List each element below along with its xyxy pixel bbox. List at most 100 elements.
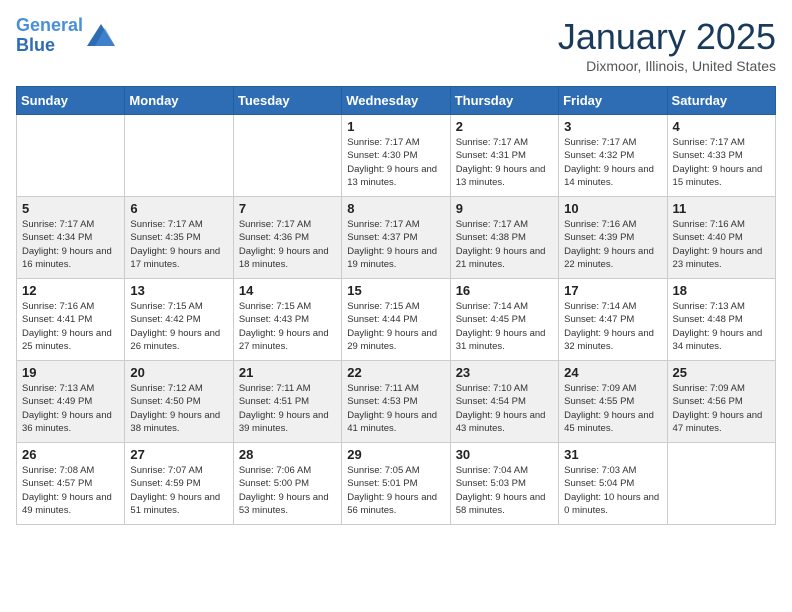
calendar-day-20: 20 Sunrise: 7:12 AM Sunset: 4:50 PM Dayli… [125,361,233,443]
day-detail: Sunrise: 7:05 AM Sunset: 5:01 PM Dayligh… [347,464,444,517]
day-detail: Sunrise: 7:15 AM Sunset: 4:44 PM Dayligh… [347,300,444,353]
day-number: 26 [22,447,119,462]
calendar-day-27: 27 Sunrise: 7:07 AM Sunset: 4:59 PM Dayli… [125,443,233,525]
calendar-week-row: 12 Sunrise: 7:16 AM Sunset: 4:41 PM Dayli… [17,279,776,361]
month-title: January 2025 [558,16,776,58]
calendar-empty-cell [667,443,775,525]
day-number: 22 [347,365,444,380]
day-number: 29 [347,447,444,462]
calendar-day-3: 3 Sunrise: 7:17 AM Sunset: 4:32 PM Daylig… [559,115,667,197]
weekday-header-row: SundayMondayTuesdayWednesdayThursdayFrid… [17,87,776,115]
weekday-header-monday: Monday [125,87,233,115]
day-number: 10 [564,201,661,216]
calendar-table: SundayMondayTuesdayWednesdayThursdayFrid… [16,86,776,525]
day-number: 7 [239,201,336,216]
weekday-header-wednesday: Wednesday [342,87,450,115]
calendar-day-19: 19Sunrise: 7:13 AM Sunset: 4:49 PM Dayli… [17,361,125,443]
calendar-week-row: 26 Sunrise: 7:08 AM Sunset: 4:57 PM Dayli… [17,443,776,525]
day-number: 18 [673,283,770,298]
day-detail: Sunrise: 7:12 AM Sunset: 4:50 PM Dayligh… [130,382,227,435]
day-detail: Sunrise: 7:17 AM Sunset: 4:32 PM Dayligh… [564,136,661,189]
weekday-header-saturday: Saturday [667,87,775,115]
day-number: 20 [130,365,227,380]
day-number: 23 [456,365,553,380]
calendar-day-28: 28Sunrise: 7:06 AM Sunset: 5:00 PM Dayli… [233,443,341,525]
day-detail: Sunrise: 7:13 AM Sunset: 4:49 PM Dayligh… [22,382,119,435]
day-number: 24 [564,365,661,380]
day-detail: Sunrise: 7:16 AM Sunset: 4:41 PM Dayligh… [22,300,119,353]
day-number: 15 [347,283,444,298]
weekday-header-tuesday: Tuesday [233,87,341,115]
day-detail: Sunrise: 7:15 AM Sunset: 4:43 PM Dayligh… [239,300,336,353]
day-number: 3 [564,119,661,134]
day-detail: Sunrise: 7:11 AM Sunset: 4:51 PM Dayligh… [239,382,336,435]
title-block: January 2025 Dixmoor, Illinois, United S… [558,16,776,74]
calendar-day-12: 12 Sunrise: 7:16 AM Sunset: 4:41 PM Dayli… [17,279,125,361]
day-number: 14 [239,283,336,298]
day-detail: Sunrise: 7:16 AM Sunset: 4:39 PM Dayligh… [564,218,661,271]
day-number: 27 [130,447,227,462]
day-number: 6 [130,201,227,216]
day-number: 28 [239,447,336,462]
day-number: 12 [22,283,119,298]
day-number: 11 [673,201,770,216]
day-detail: Sunrise: 7:17 AM Sunset: 4:31 PM Dayligh… [456,136,553,189]
day-number: 21 [239,365,336,380]
day-number: 9 [456,201,553,216]
logo: GeneralBlue [16,16,117,56]
day-detail: Sunrise: 7:09 AM Sunset: 4:55 PM Dayligh… [564,382,661,435]
day-detail: Sunrise: 7:09 AM Sunset: 4:56 PM Dayligh… [673,382,770,435]
location-subtitle: Dixmoor, Illinois, United States [558,58,776,74]
day-detail: Sunrise: 7:10 AM Sunset: 4:54 PM Dayligh… [456,382,553,435]
day-detail: Sunrise: 7:17 AM Sunset: 4:34 PM Dayligh… [22,218,119,271]
calendar-day-30: 30Sunrise: 7:04 AM Sunset: 5:03 PM Dayli… [450,443,558,525]
day-detail: Sunrise: 7:17 AM Sunset: 4:38 PM Dayligh… [456,218,553,271]
weekday-header-thursday: Thursday [450,87,558,115]
day-detail: Sunrise: 7:15 AM Sunset: 4:42 PM Dayligh… [130,300,227,353]
logo-icon [85,22,117,50]
calendar-day-21: 21 Sunrise: 7:11 AM Sunset: 4:51 PM Dayli… [233,361,341,443]
weekday-header-friday: Friday [559,87,667,115]
calendar-week-row: 5 Sunrise: 7:17 AM Sunset: 4:34 PM Daylig… [17,197,776,279]
calendar-day-9: 9 Sunrise: 7:17 AM Sunset: 4:38 PM Daylig… [450,197,558,279]
day-detail: Sunrise: 7:07 AM Sunset: 4:59 PM Dayligh… [130,464,227,517]
day-number: 25 [673,365,770,380]
calendar-day-31: 31 Sunrise: 7:03 AM Sunset: 5:04 PM Dayli… [559,443,667,525]
calendar-empty-cell [17,115,125,197]
day-detail: Sunrise: 7:03 AM Sunset: 5:04 PM Dayligh… [564,464,661,517]
day-number: 1 [347,119,444,134]
calendar-body: 1 Sunrise: 7:17 AM Sunset: 4:30 PM Daylig… [17,115,776,525]
day-detail: Sunrise: 7:14 AM Sunset: 4:45 PM Dayligh… [456,300,553,353]
logo-text: GeneralBlue [16,16,83,56]
day-number: 17 [564,283,661,298]
calendar-week-row: 1 Sunrise: 7:17 AM Sunset: 4:30 PM Daylig… [17,115,776,197]
day-number: 13 [130,283,227,298]
day-detail: Sunrise: 7:17 AM Sunset: 4:36 PM Dayligh… [239,218,336,271]
day-detail: Sunrise: 7:17 AM Sunset: 4:33 PM Dayligh… [673,136,770,189]
calendar-day-18: 18 Sunrise: 7:13 AM Sunset: 4:48 PM Dayli… [667,279,775,361]
calendar-day-5: 5 Sunrise: 7:17 AM Sunset: 4:34 PM Daylig… [17,197,125,279]
day-number: 31 [564,447,661,462]
day-detail: Sunrise: 7:08 AM Sunset: 4:57 PM Dayligh… [22,464,119,517]
calendar-empty-cell [233,115,341,197]
calendar-day-17: 17Sunrise: 7:14 AM Sunset: 4:47 PM Dayli… [559,279,667,361]
calendar-day-2: 2Sunrise: 7:17 AM Sunset: 4:31 PM Daylig… [450,115,558,197]
calendar-day-26: 26 Sunrise: 7:08 AM Sunset: 4:57 PM Dayli… [17,443,125,525]
calendar-day-16: 16 Sunrise: 7:14 AM Sunset: 4:45 PM Dayli… [450,279,558,361]
day-number: 30 [456,447,553,462]
day-detail: Sunrise: 7:11 AM Sunset: 4:53 PM Dayligh… [347,382,444,435]
page-header: GeneralBlue January 2025 Dixmoor, Illino… [16,16,776,74]
calendar-day-22: 22 Sunrise: 7:11 AM Sunset: 4:53 PM Dayli… [342,361,450,443]
day-detail: Sunrise: 7:13 AM Sunset: 4:48 PM Dayligh… [673,300,770,353]
day-number: 4 [673,119,770,134]
day-detail: Sunrise: 7:17 AM Sunset: 4:37 PM Dayligh… [347,218,444,271]
day-detail: Sunrise: 7:16 AM Sunset: 4:40 PM Dayligh… [673,218,770,271]
day-number: 5 [22,201,119,216]
calendar-day-23: 23 Sunrise: 7:10 AM Sunset: 4:54 PM Dayli… [450,361,558,443]
calendar-day-29: 29 Sunrise: 7:05 AM Sunset: 5:01 PM Dayli… [342,443,450,525]
calendar-day-4: 4 Sunrise: 7:17 AM Sunset: 4:33 PM Daylig… [667,115,775,197]
calendar-day-10: 10 Sunrise: 7:16 AM Sunset: 4:39 PM Dayli… [559,197,667,279]
day-detail: Sunrise: 7:17 AM Sunset: 4:30 PM Dayligh… [347,136,444,189]
weekday-header-sunday: Sunday [17,87,125,115]
day-number: 16 [456,283,553,298]
